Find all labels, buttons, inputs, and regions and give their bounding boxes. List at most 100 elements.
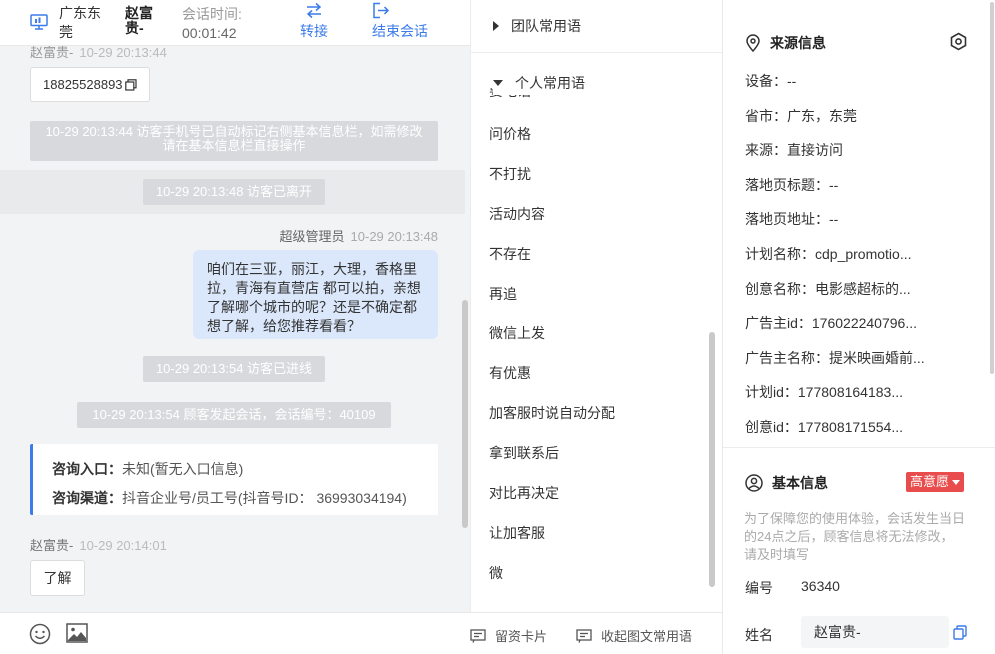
name-field[interactable]	[801, 616, 949, 648]
edit-notice: 为了保障您的使用体验，会话发生当日的24点之后，顾客信息将无法修改，请及时填写	[744, 511, 966, 562]
name-label: 姓名	[745, 627, 773, 643]
transfer-label: 转接	[300, 23, 328, 39]
landing-page-url: 落地页地址：--	[745, 211, 839, 228]
visitor-location: 广东东莞	[59, 5, 101, 40]
phrase-item[interactable]: 再追	[489, 283, 615, 323]
phrase-item[interactable]: 不存在	[489, 243, 615, 283]
phrase-item[interactable]: 微信上发	[489, 322, 615, 362]
consult-entry-card: 咨询入口：未知(暂无入口信息) 咨询渠道：抖音企业号/员工号(抖音号ID： 36…	[30, 444, 438, 515]
consult-entry-label: 咨询入口：	[52, 461, 122, 477]
image-icon[interactable]	[66, 623, 88, 643]
source-device: 设备：--	[745, 73, 797, 89]
message-time: 10-29 20:13:44	[79, 45, 167, 60]
personal-phrases-group[interactable]: 个人常用语	[493, 73, 585, 95]
phrase-list: 问价格 不打扰 活动内容 不存在 再追 微信上发 有优惠 加客服时说自动分配 拿…	[489, 123, 615, 602]
consult-channel-value: 抖音企业号/员工号(抖音号ID： 36993034194)	[122, 490, 407, 506]
phrase-item[interactable]: 活动内容	[489, 203, 615, 243]
advertiser-name: 广告主名称：提米映画婚前...	[745, 349, 925, 366]
collapse-phrases-button[interactable]: 收起图文常用语	[576, 626, 692, 645]
input-toolbar: 留资卡片 收起图文常用语	[0, 612, 722, 654]
basic-info-title: 基本信息	[745, 473, 828, 493]
exit-icon	[373, 2, 390, 19]
phone-number-text: 18825528893	[43, 76, 123, 92]
transfer-icon	[306, 2, 322, 19]
plan-id: 计划id：177808164183...	[745, 384, 903, 401]
phrase-item[interactable]: 让加客服	[489, 522, 615, 562]
phrase-item[interactable]: 加客服时说自动分配	[489, 402, 615, 442]
message-time: 10-29 20:14:01	[79, 538, 167, 553]
collapse-phrases-label: 收起图文常用语	[601, 629, 693, 644]
source-info-label: 来源信息	[770, 35, 826, 51]
info-card-button[interactable]: 留资卡片	[470, 626, 547, 645]
phrase-item[interactable]: 拿到联系后	[489, 442, 615, 482]
intent-level-label: 高意愿	[910, 474, 950, 489]
chat-panel: 赵富贵- 10-29 20:13:44 18825528893 10-29 20:…	[0, 0, 470, 654]
team-phrases-label: 团队常用语	[511, 18, 581, 34]
session-time-value: 00:01:42	[182, 25, 237, 41]
landing-page-title: 落地页标题：--	[745, 176, 839, 193]
message-time: 10-29 20:13:48	[350, 229, 438, 244]
caret-right-icon	[493, 21, 499, 31]
phrases-scrollbar[interactable]	[709, 332, 715, 587]
consult-entry-value: 未知(暂无入口信息)	[122, 461, 244, 477]
team-phrases-group[interactable]: 团队常用语	[493, 16, 581, 36]
emoji-icon[interactable]	[29, 623, 51, 645]
consult-channel-row: 咨询渠道：抖音企业号/员工号(抖音号ID： 36993034194)	[52, 484, 438, 513]
copy-icon[interactable]	[124, 78, 137, 91]
visitor-name: 赵富贵-	[125, 5, 153, 36]
monitor-icon	[30, 14, 48, 30]
divider	[471, 52, 722, 53]
gear-icon[interactable]	[949, 32, 968, 51]
consult-channel-label: 咨询渠道：	[52, 490, 122, 506]
copy-icon[interactable]	[953, 625, 967, 640]
visitor-message-bubble: 了解	[30, 560, 85, 596]
number-value: 36340	[801, 578, 840, 594]
phrase-item[interactable]: 对比再决定	[489, 482, 615, 522]
phrase-item[interactable]: 不打扰	[489, 163, 615, 203]
divider	[723, 447, 995, 448]
source-channel: 来源：直接访问	[745, 142, 843, 159]
creative-name: 创意名称：电影感超标的...	[745, 280, 911, 297]
plan-name: 计划名称：cdp_promotio...	[745, 245, 912, 262]
common-phrases-panel: 团队常用语 要电话 个人常用语 问价格 不打扰 活动内容 不存在 再追 微信上发…	[470, 0, 722, 612]
system-message: 10-29 20:13:48 访客已离开	[143, 179, 325, 205]
chat-workspace: 赵富贵- 10-29 20:13:44 18825528893 10-29 20:…	[0, 0, 995, 654]
sender-name: 赵富贵-	[30, 45, 74, 60]
agent-name: 超级管理员	[279, 229, 345, 244]
phone-number-message[interactable]: 18825528893	[30, 67, 150, 102]
advertiser-id: 广告主id：176022240796...	[745, 315, 917, 332]
chat-header: 广东东莞 赵富贵- 会话时间: 00:01:42 转接 结束会话	[0, 0, 470, 46]
chevron-down-icon	[952, 479, 961, 485]
card-icon	[470, 628, 486, 643]
phrase-item[interactable]: 问价格	[489, 123, 615, 163]
personal-phrases-label: 个人常用语	[515, 75, 585, 91]
source-info-list: 设备：-- 省市：广东，东莞 来源：直接访问 落地页标题：-- 落地页地址：--…	[745, 70, 945, 451]
transfer-button[interactable]: 转接	[300, 2, 328, 41]
phrase-item[interactable]: 微	[489, 562, 615, 602]
source-region: 省市：广东，东莞	[745, 107, 857, 124]
agent-message-bubble: 咱们在三亚，丽江，大理，香格里拉，青海有直营店 都可以拍，亲想了解哪个城市的呢？…	[193, 250, 438, 339]
creative-id: 创意id：177808171554...	[745, 418, 903, 435]
user-icon	[745, 474, 763, 492]
intent-level-dropdown[interactable]: 高意愿	[906, 472, 965, 492]
location-pin-icon	[746, 34, 760, 52]
sender-name: 赵富贵-	[30, 538, 74, 553]
system-message: 10-29 20:13:54 访客已进线	[143, 356, 325, 382]
end-session-button[interactable]: 结束会话	[372, 2, 428, 41]
info-scrollbar[interactable]	[990, 2, 994, 374]
basic-info-label: 基本信息	[772, 475, 828, 491]
customer-info-panel: 来源信息 设备：-- 省市：广东，东莞 来源：直接访问 落地页标题：-- 落地页…	[722, 0, 995, 654]
chat-message-area[interactable]: 赵富贵- 10-29 20:13:44 18825528893 10-29 20:…	[0, 0, 470, 612]
number-label: 编号	[745, 580, 773, 596]
consult-entry-row: 咨询入口：未知(暂无入口信息)	[52, 455, 438, 484]
system-message: 10-29 20:13:54 顾客发起会话，会话编号：40109	[77, 402, 391, 428]
source-info-title: 来源信息	[745, 33, 826, 53]
visitor-meta: 赵富贵- 10-29 20:14:01	[30, 535, 167, 554]
phrase-item[interactable]: 有优惠	[489, 362, 615, 402]
caret-down-icon	[493, 80, 503, 86]
info-card-label: 留资卡片	[495, 629, 548, 644]
end-session-label: 结束会话	[372, 23, 428, 39]
system-message: 10-29 20:13:44 访客手机号已自动标记右侧基本信息栏，如需修改请在基…	[30, 121, 438, 161]
chat-scrollbar[interactable]	[462, 300, 468, 528]
message-icon	[576, 628, 592, 643]
